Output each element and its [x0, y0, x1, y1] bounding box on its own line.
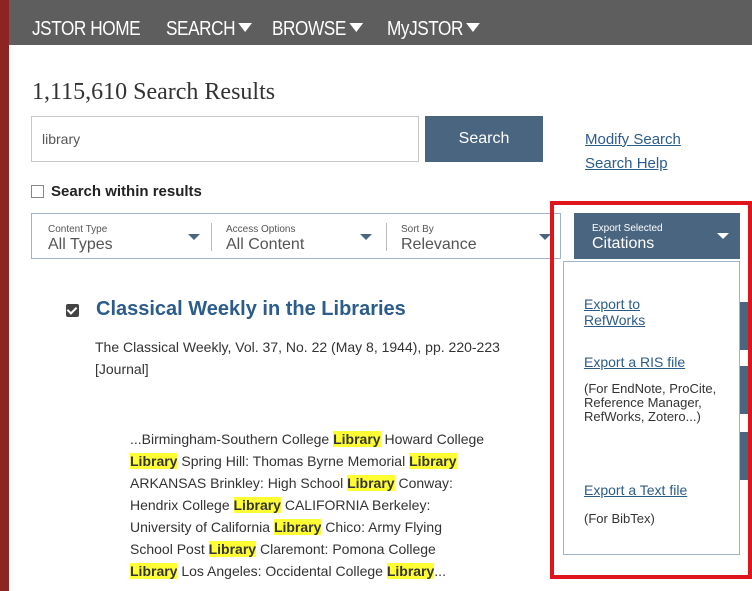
sort-by-label: Sort By [401, 224, 434, 235]
filter-bar: Content Type All Types Access Options Al… [31, 213, 561, 259]
snippet-highlight: Library [386, 563, 435, 579]
chevron-down-icon [238, 23, 253, 33]
snippet-line: Library Spring Hill: Thomas Byrne Memori… [130, 453, 457, 469]
snippet-highlight: Library [233, 497, 281, 513]
search-help-link[interactable]: Search Help [585, 155, 668, 172]
snippet-highlight: Library [130, 453, 178, 469]
snippet-highlight: Library [273, 519, 322, 535]
result-meta: The Classical Weekly, Vol. 37, No. 22 (M… [95, 336, 545, 380]
highlight-box [550, 201, 752, 579]
search-within-results[interactable]: Search within results [31, 183, 202, 200]
snippet-line: ...Birmingham-Southern College Library H… [130, 431, 485, 447]
snippet-highlight: Library [130, 563, 178, 579]
result-snippet: ...Birmingham-Southern College Library H… [130, 428, 525, 582]
nav-browse-label: BROWSE [272, 18, 346, 40]
nav-jstor-home[interactable]: JSTOR HOME [32, 18, 141, 41]
nav-search-label: SEARCH [166, 18, 236, 40]
search-within-checkbox[interactable] [31, 185, 44, 198]
chevron-down-icon [466, 23, 481, 33]
search-input[interactable]: library [31, 116, 419, 162]
result-type: [Journal] [95, 361, 149, 377]
chevron-down-icon [360, 234, 372, 240]
snippet-highlight: Library [208, 541, 257, 557]
result-checkbox[interactable] [66, 304, 79, 317]
access-options-dropdown[interactable]: Access Options All Content [212, 214, 385, 258]
content-type-value: All Types [48, 236, 113, 253]
nav-browse[interactable]: BROWSE [272, 18, 364, 41]
snippet-line: ARKANSAS Brinkley: High School Library C… [130, 475, 453, 491]
modify-search-link[interactable]: Modify Search [585, 131, 681, 148]
left-accent-bar [0, 0, 9, 591]
access-options-label: Access Options [226, 224, 296, 235]
search-button[interactable]: Search [425, 116, 543, 162]
snippet-line: Hendrix College Library CALIFORNIA Berke… [130, 497, 431, 513]
snippet-line: University of California Library Chico: … [130, 519, 442, 535]
result-title[interactable]: Classical Weekly in the Libraries [96, 298, 406, 321]
chevron-down-icon [349, 23, 364, 33]
snippet-highlight: Library [333, 431, 381, 447]
nav-myjstor[interactable]: MyJSTOR [387, 18, 481, 41]
content-type-label: Content Type [48, 224, 108, 235]
snippet-line: Library Los Angeles: Occidental College … [130, 563, 446, 579]
nav-myjstor-label: MyJSTOR [387, 18, 463, 40]
snippet-highlight: Library [409, 453, 457, 469]
snippet-highlight: Library [347, 475, 395, 491]
results-count-title: 1,115,610 Search Results [32, 79, 276, 105]
nav-search[interactable]: SEARCH [166, 18, 253, 41]
access-options-value: All Content [226, 236, 305, 253]
content-type-dropdown[interactable]: Content Type All Types [32, 214, 208, 258]
search-within-label: Search within results [51, 183, 202, 200]
chevron-down-icon [188, 234, 200, 240]
top-navigation: JSTOR HOME SEARCH BROWSE MyJSTOR [9, 0, 752, 45]
result-citation: The Classical Weekly, Vol. 37, No. 22 (M… [95, 339, 500, 355]
sort-by-dropdown[interactable]: Sort By Relevance [387, 214, 561, 258]
snippet-line: School Post Library Claremont: Pomona Co… [130, 541, 436, 557]
sort-by-value: Relevance [401, 236, 477, 253]
